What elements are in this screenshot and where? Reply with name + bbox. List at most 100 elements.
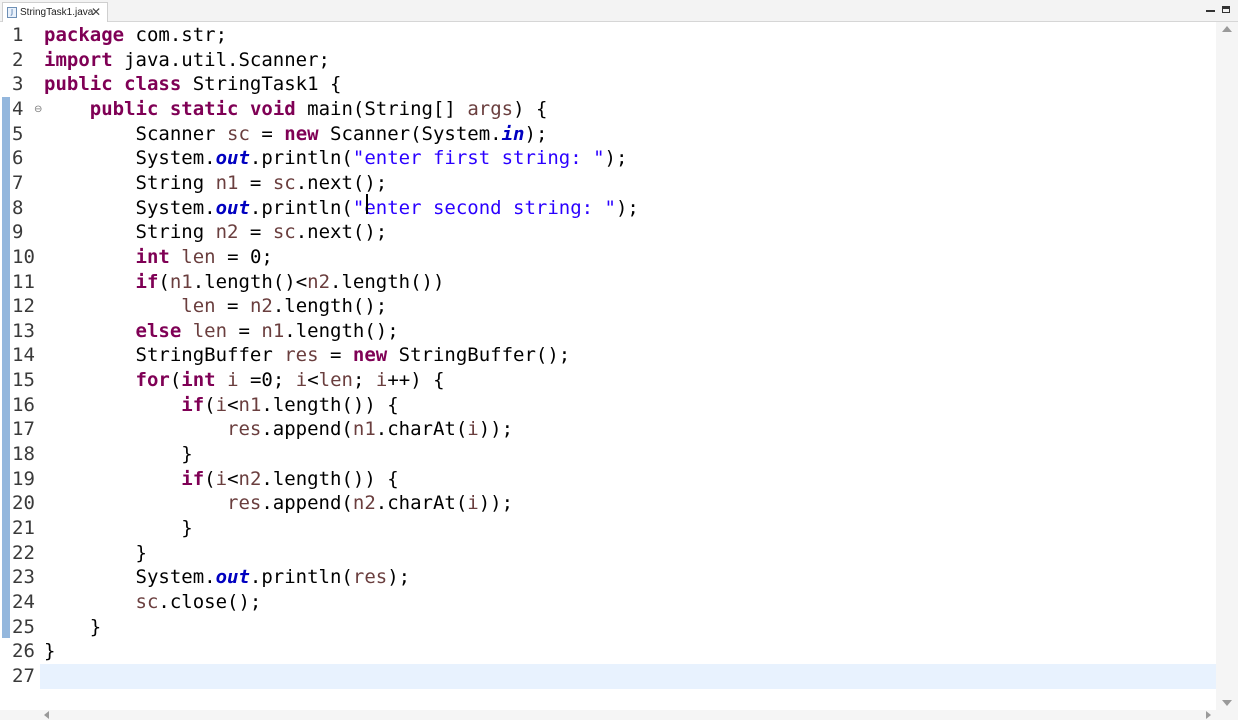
code-token: Scanner(System. xyxy=(318,122,502,145)
code-token: .println( xyxy=(249,196,353,219)
code-token: class xyxy=(124,73,182,96)
line-number: 12 xyxy=(12,295,35,318)
code-text: import java.util.Scanner; xyxy=(44,48,330,73)
code-line[interactable]: 10 int len = 0; xyxy=(0,245,1216,270)
code-token: System. xyxy=(44,196,216,219)
code-line[interactable]: 12 len = n2.length(); xyxy=(0,294,1216,319)
code-token: i xyxy=(227,369,239,392)
minimize-icon[interactable] xyxy=(1206,10,1215,12)
code-text: res.append(n1.charAt(i)); xyxy=(44,417,513,442)
code-token: } xyxy=(44,541,147,564)
line-number: 15 xyxy=(12,369,35,392)
code-line[interactable]: 17 res.append(n1.charAt(i)); xyxy=(0,417,1216,442)
maximize-icon[interactable] xyxy=(1222,6,1230,13)
code-line[interactable]: 25 } xyxy=(0,615,1216,640)
code-token: len xyxy=(181,245,216,268)
code-line[interactable]: 27 xyxy=(0,664,1216,689)
code-token: java.util.Scanner; xyxy=(112,48,330,71)
code-line[interactable]: 7 String n1 = sc.next(); xyxy=(0,171,1216,196)
code-line[interactable]: 23 System.out.println(res); xyxy=(0,565,1216,590)
editor-tab-bar: J StringTask1.java ✕ xyxy=(0,0,1238,22)
code-token: .length()) xyxy=(330,270,445,293)
code-line[interactable]: 6 System.out.println("enter first string… xyxy=(0,146,1216,171)
code-token: .charAt( xyxy=(375,418,468,441)
scroll-left-icon[interactable] xyxy=(44,711,49,719)
code-line[interactable]: 13 else len = n1.length(); xyxy=(0,319,1216,344)
code-text: } xyxy=(44,442,193,467)
code-token: int xyxy=(181,369,216,392)
code-editor[interactable]: 1 package com.str; 2 import java.util.Scann… xyxy=(0,22,1216,710)
code-token: n2 xyxy=(215,221,239,244)
text-cursor xyxy=(366,194,368,214)
code-text: System.out.println("enter first string: … xyxy=(44,146,628,171)
code-token: } xyxy=(44,640,56,663)
code-token: StringBuffer xyxy=(44,344,285,367)
code-text: } xyxy=(44,516,193,541)
code-line[interactable]: 5 Scanner sc = new Scanner(System.in); xyxy=(0,122,1216,147)
code-token: n2 xyxy=(352,492,376,515)
code-line[interactable]: 1 package com.str; xyxy=(0,23,1216,48)
close-icon[interactable]: ✕ xyxy=(91,5,101,19)
code-token: = 0; xyxy=(215,245,273,268)
code-token: ); xyxy=(387,566,411,589)
code-token: .println( xyxy=(249,147,353,170)
code-line[interactable]: 3 public class StringTask1 { xyxy=(0,72,1216,97)
code-line[interactable]: 14 StringBuffer res = new StringBuffer()… xyxy=(0,343,1216,368)
code-token: i xyxy=(215,467,228,490)
line-number: 27 xyxy=(12,664,35,687)
code-text: String n1 = sc.next(); xyxy=(44,171,388,196)
code-token: com.str; xyxy=(124,24,228,46)
code-line[interactable]: 19 if(i<n2.length()) { xyxy=(0,467,1216,492)
tab-stringtask1[interactable]: J StringTask1.java ✕ xyxy=(2,2,108,22)
code-token: static xyxy=(169,97,239,120)
horizontal-scrollbar[interactable] xyxy=(0,710,1238,720)
code-text: System.out.println("enter second string:… xyxy=(44,196,639,221)
fold-toggle-icon[interactable]: ⊖ xyxy=(34,97,42,122)
code-line[interactable]: 18 } xyxy=(0,442,1216,467)
code-line[interactable]: 21 } xyxy=(0,516,1216,541)
code-token: if xyxy=(181,393,205,416)
code-line[interactable]: 9 String n2 = sc.next(); xyxy=(0,220,1216,245)
code-token: } xyxy=(44,517,193,539)
code-token: len xyxy=(318,369,353,392)
code-line[interactable]: 22 } xyxy=(0,541,1216,566)
code-text: String n2 = sc.next(); xyxy=(44,220,388,245)
code-text: else len = n1.length(); xyxy=(44,319,399,344)
code-token: .next(); xyxy=(295,221,388,244)
code-line[interactable]: 15 for(int i =0; i<len; i++) { xyxy=(0,368,1216,393)
vertical-scrollbar[interactable] xyxy=(1216,22,1238,710)
scroll-right-icon[interactable] xyxy=(1206,711,1211,719)
code-line[interactable]: 4 ⊖ public static void main(String[] args… xyxy=(0,97,1216,122)
code-token: System. xyxy=(44,147,216,170)
scroll-up-icon[interactable] xyxy=(1222,26,1232,32)
scroll-down-icon[interactable] xyxy=(1222,700,1232,706)
code-text: for(int i =0; i<len; i++) { xyxy=(44,368,445,393)
code-token: Scanner xyxy=(44,122,228,145)
code-token: n1 xyxy=(169,270,193,293)
code-line[interactable]: 2 import java.util.Scanner; xyxy=(0,48,1216,73)
code-token: out xyxy=(215,196,250,219)
code-line[interactable]: 24 sc.close(); xyxy=(0,590,1216,615)
code-line[interactable]: 26} xyxy=(0,639,1216,664)
code-token: "enter first string: " xyxy=(352,147,605,170)
code-token: .append( xyxy=(261,492,353,515)
code-text: Scanner sc = new Scanner(System.in); xyxy=(44,122,548,147)
code-token: < xyxy=(227,393,239,416)
code-line[interactable]: 20 res.append(n2.charAt(i)); xyxy=(0,491,1216,516)
code-line[interactable]: 16 if(i<n1.length()) { xyxy=(0,393,1216,418)
line-number: 21 xyxy=(12,517,35,539)
code-token: n1 xyxy=(352,418,376,441)
code-token: sc xyxy=(227,122,250,145)
code-line[interactable]: 11 if(n1.length()<n2.length()) xyxy=(0,270,1216,295)
code-token: i xyxy=(467,418,479,441)
code-token: } xyxy=(44,443,193,466)
code-line[interactable]: 8 System.out.println("enter second strin… xyxy=(0,196,1216,221)
code-token: main(String[] xyxy=(295,97,468,120)
